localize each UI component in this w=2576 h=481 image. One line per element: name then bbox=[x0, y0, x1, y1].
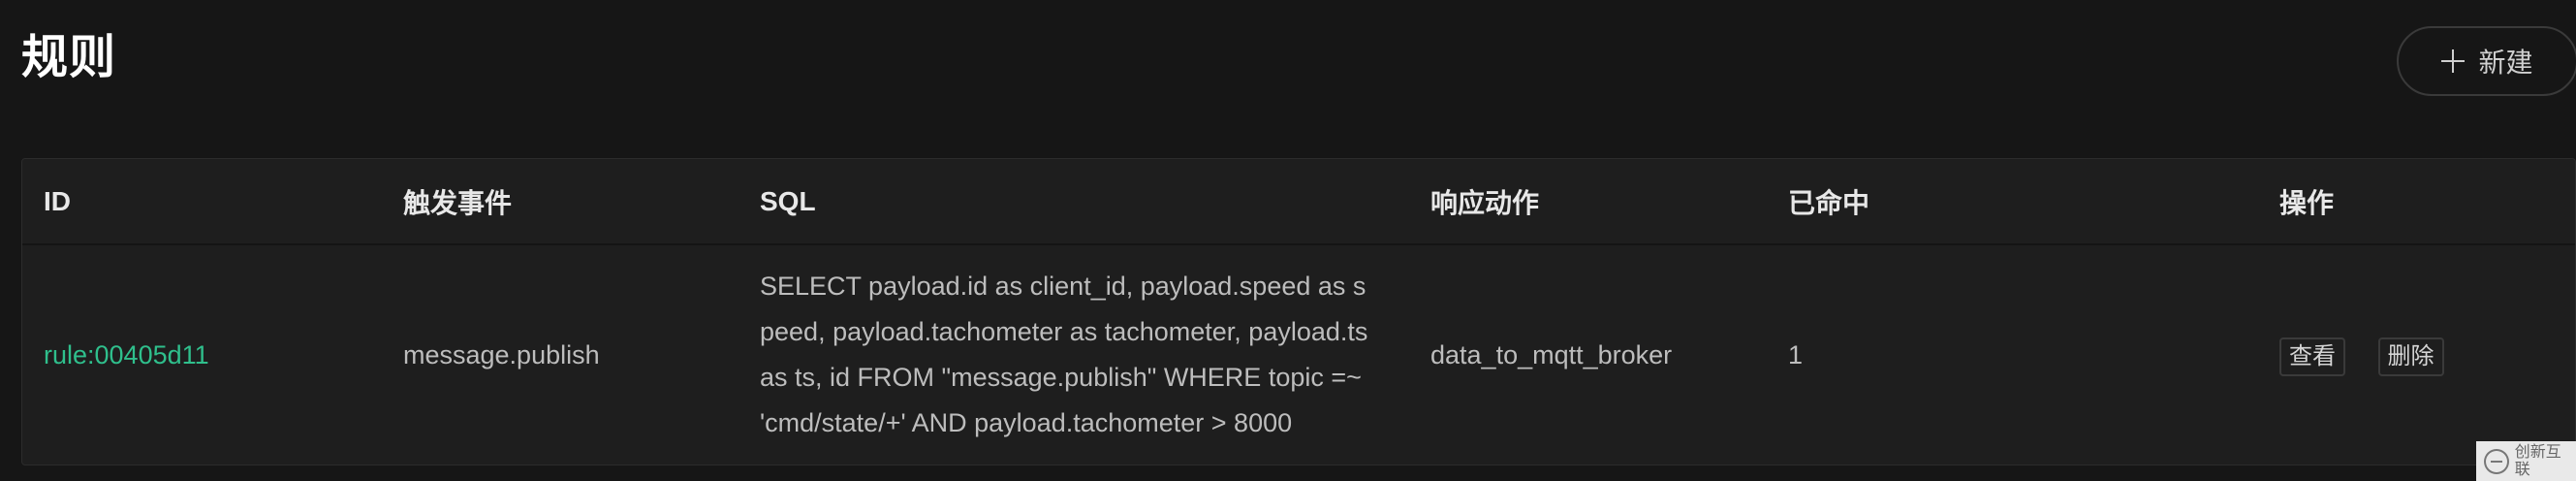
column-header-action: 响应动作 bbox=[1409, 159, 1767, 245]
rule-action: data_to_mqtt_broker bbox=[1430, 339, 1673, 369]
plus-icon bbox=[2441, 49, 2466, 73]
table-row: rule:00405d11 message.publish SELECT pay… bbox=[22, 244, 2575, 465]
column-header-event: 触发事件 bbox=[382, 159, 738, 245]
column-header-sql: SQL bbox=[738, 159, 1409, 245]
new-button-label: 新建 bbox=[2478, 48, 2533, 78]
watermark-logo-icon bbox=[2484, 448, 2509, 474]
column-header-id: ID bbox=[22, 159, 382, 245]
rules-page: 规则 新建 ID 触发事件 SQL 响应动作 已命中 操作 rule:00405… bbox=[0, 0, 2576, 481]
rule-hits: 1 bbox=[1788, 339, 1804, 369]
rule-event: message.publish bbox=[403, 339, 600, 369]
rule-sql: SELECT payload.id as client_id, payload.… bbox=[760, 272, 1368, 437]
column-header-ops: 操作 bbox=[2258, 159, 2575, 245]
watermark-text: 创新互联 bbox=[2514, 443, 2561, 478]
rules-table: ID 触发事件 SQL 响应动作 已命中 操作 rule:00405d11 me… bbox=[21, 158, 2576, 465]
delete-button[interactable]: 删除 bbox=[2377, 337, 2444, 376]
column-header-hits: 已命中 bbox=[1767, 159, 2258, 245]
new-rule-button[interactable]: 新建 bbox=[2397, 26, 2576, 96]
view-button[interactable]: 查看 bbox=[2279, 337, 2345, 376]
table-header-row: ID 触发事件 SQL 响应动作 已命中 操作 bbox=[22, 159, 2575, 245]
page-title: 规则 bbox=[21, 32, 117, 83]
watermark: 创新互联 bbox=[2476, 441, 2576, 481]
rule-id-link[interactable]: rule:00405d11 bbox=[22, 244, 382, 465]
rule-ops-cell: 查看 删除 bbox=[2258, 244, 2575, 465]
